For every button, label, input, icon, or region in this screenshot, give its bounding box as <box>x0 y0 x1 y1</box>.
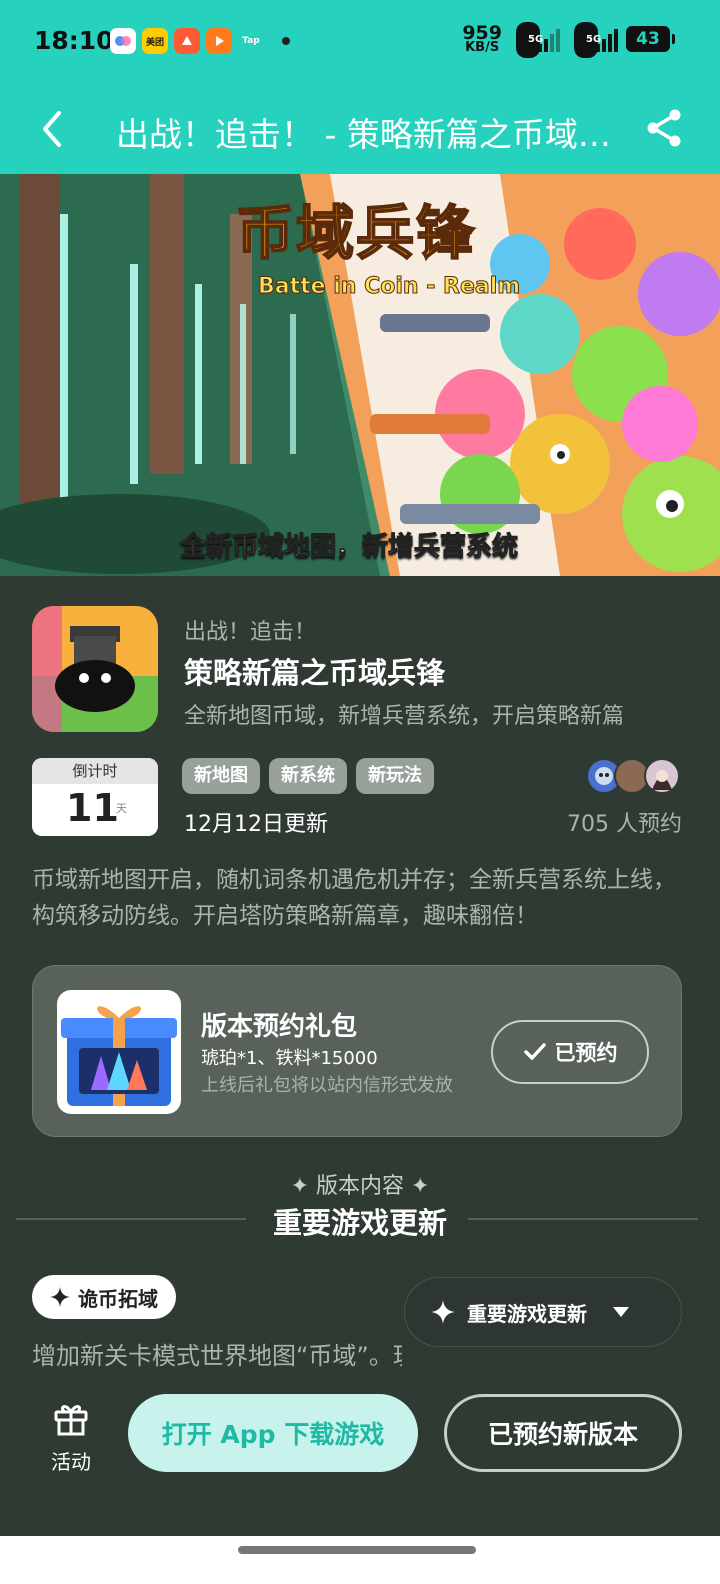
game-icon <box>32 606 158 732</box>
banner-logo-cn: 币域兵锋 <box>235 198 477 268</box>
meituan-icon: 美团 <box>142 28 168 54</box>
content-text: 增加新关卡模式世界地图“币域”。玩家可以使用诡币 <box>32 1342 402 1370</box>
tag-new-map: 新地图 <box>182 758 260 794</box>
share-icon <box>647 109 681 147</box>
gift-reserved-label: 已预约 <box>554 1041 618 1065</box>
check-icon <box>523 1043 546 1060</box>
reserved-version-button[interactable]: 已预约新版本 <box>444 1394 682 1472</box>
status-time: 18:10 <box>34 26 114 55</box>
sparkle-icon <box>50 1287 70 1307</box>
banner-logo-en: Batte in Coin - Realm <box>257 274 521 300</box>
activity-button[interactable]: 活动 <box>38 1398 104 1475</box>
content-tag: 诡币拓域 <box>32 1275 176 1319</box>
update-date: 12月12日更新 <box>184 812 328 837</box>
countdown-days: 11 <box>66 786 119 830</box>
section-selector-dropdown[interactable]: 重要游戏更新 <box>404 1277 682 1347</box>
app-red-icon <box>174 28 200 54</box>
chevron-left-icon <box>43 111 61 147</box>
status-bar: 18:10 美团 Tap 959 KB/S 5G 5G 43 <box>0 0 720 86</box>
gift-title: 版本预约礼包 <box>201 1012 358 1042</box>
game-title: 策略新篇之币域兵锋 <box>184 656 446 690</box>
avatar <box>644 758 680 794</box>
reserve-count: 705 人预约 <box>567 812 682 837</box>
gift-icon <box>54 1405 88 1436</box>
more-notifications-dot <box>282 37 290 45</box>
game-description: 全新地图币域，新增兵营系统，开启策略新篇 <box>184 704 625 729</box>
gift-pack-card[interactable]: 版本预约礼包 琥珀*1、铁料*15000 上线后礼包将以站内信形式发放 已预约 <box>32 965 682 1137</box>
open-app-button[interactable]: 打开 App 下载游戏 <box>128 1394 418 1472</box>
title-bar: 出战！追击！ - 策略新篇之币域兵锋 <box>0 86 720 174</box>
countdown-unit: 天 <box>116 802 127 815</box>
divider <box>468 1218 698 1220</box>
gift-items: 琥珀*1、铁料*15000 <box>201 1048 378 1069</box>
promo-banner[interactable]: 币域兵锋 Batte in Coin - Realm 全新币域地图，新增兵营系统 <box>0 174 720 576</box>
gesture-area <box>0 1536 720 1584</box>
home-indicator[interactable] <box>238 1546 476 1554</box>
gift-reserved-button[interactable]: 已预约 <box>491 1020 649 1084</box>
sparkle-icon <box>431 1300 455 1324</box>
network-speed: 959 KB/S <box>462 22 502 55</box>
signal-icon: 5G <box>516 22 560 58</box>
bottom-action-bar: 活动 打开 App 下载游戏 已预约新版本 <box>0 1376 720 1536</box>
countdown-label: 倒计时 <box>32 758 158 784</box>
section-selector-label: 重要游戏更新 <box>467 1301 587 1326</box>
gift-note: 上线后礼包将以站内信形式发放 <box>201 1075 453 1096</box>
section-kicker: ✦ 版本内容 ✦ <box>290 1174 430 1199</box>
activity-label: 活动 <box>51 1450 91 1474</box>
battery-icon: 43 <box>626 26 675 52</box>
countdown-card: 倒计时 11 天 <box>32 758 158 836</box>
share-button[interactable] <box>642 106 686 150</box>
video-app-icon <box>206 28 232 54</box>
status-notification-icons: 美团 Tap <box>110 28 290 54</box>
caret-down-icon <box>613 1307 629 1317</box>
tag-new-system: 新系统 <box>269 758 347 794</box>
baidu-netdisk-icon <box>110 28 136 54</box>
back-button[interactable] <box>30 104 74 154</box>
intro-text: 币域新地图开启，随机词条机遇危机并存；全新兵营系统上线，构筑移动防线。开启塔防策… <box>32 867 676 929</box>
section-title: 重要游戏更新 <box>272 1206 447 1240</box>
page-title: 出战！追击！ - 策略新篇之币域兵锋 <box>116 115 616 154</box>
signal-icon-2: 5G <box>574 22 618 58</box>
taptap-icon: Tap <box>238 28 264 54</box>
banner-caption: 全新币域地图，新增兵营系统 <box>179 532 519 563</box>
gift-box-icon <box>57 990 181 1114</box>
game-subtitle: 出战！追击！ <box>184 620 317 645</box>
tag-new-gameplay: 新玩法 <box>356 758 434 794</box>
reserver-avatars <box>586 758 682 794</box>
feature-tags: 新地图 新系统 新玩法 <box>182 758 434 794</box>
status-indicators: 959 KB/S 5G 5G 43 <box>462 22 675 58</box>
